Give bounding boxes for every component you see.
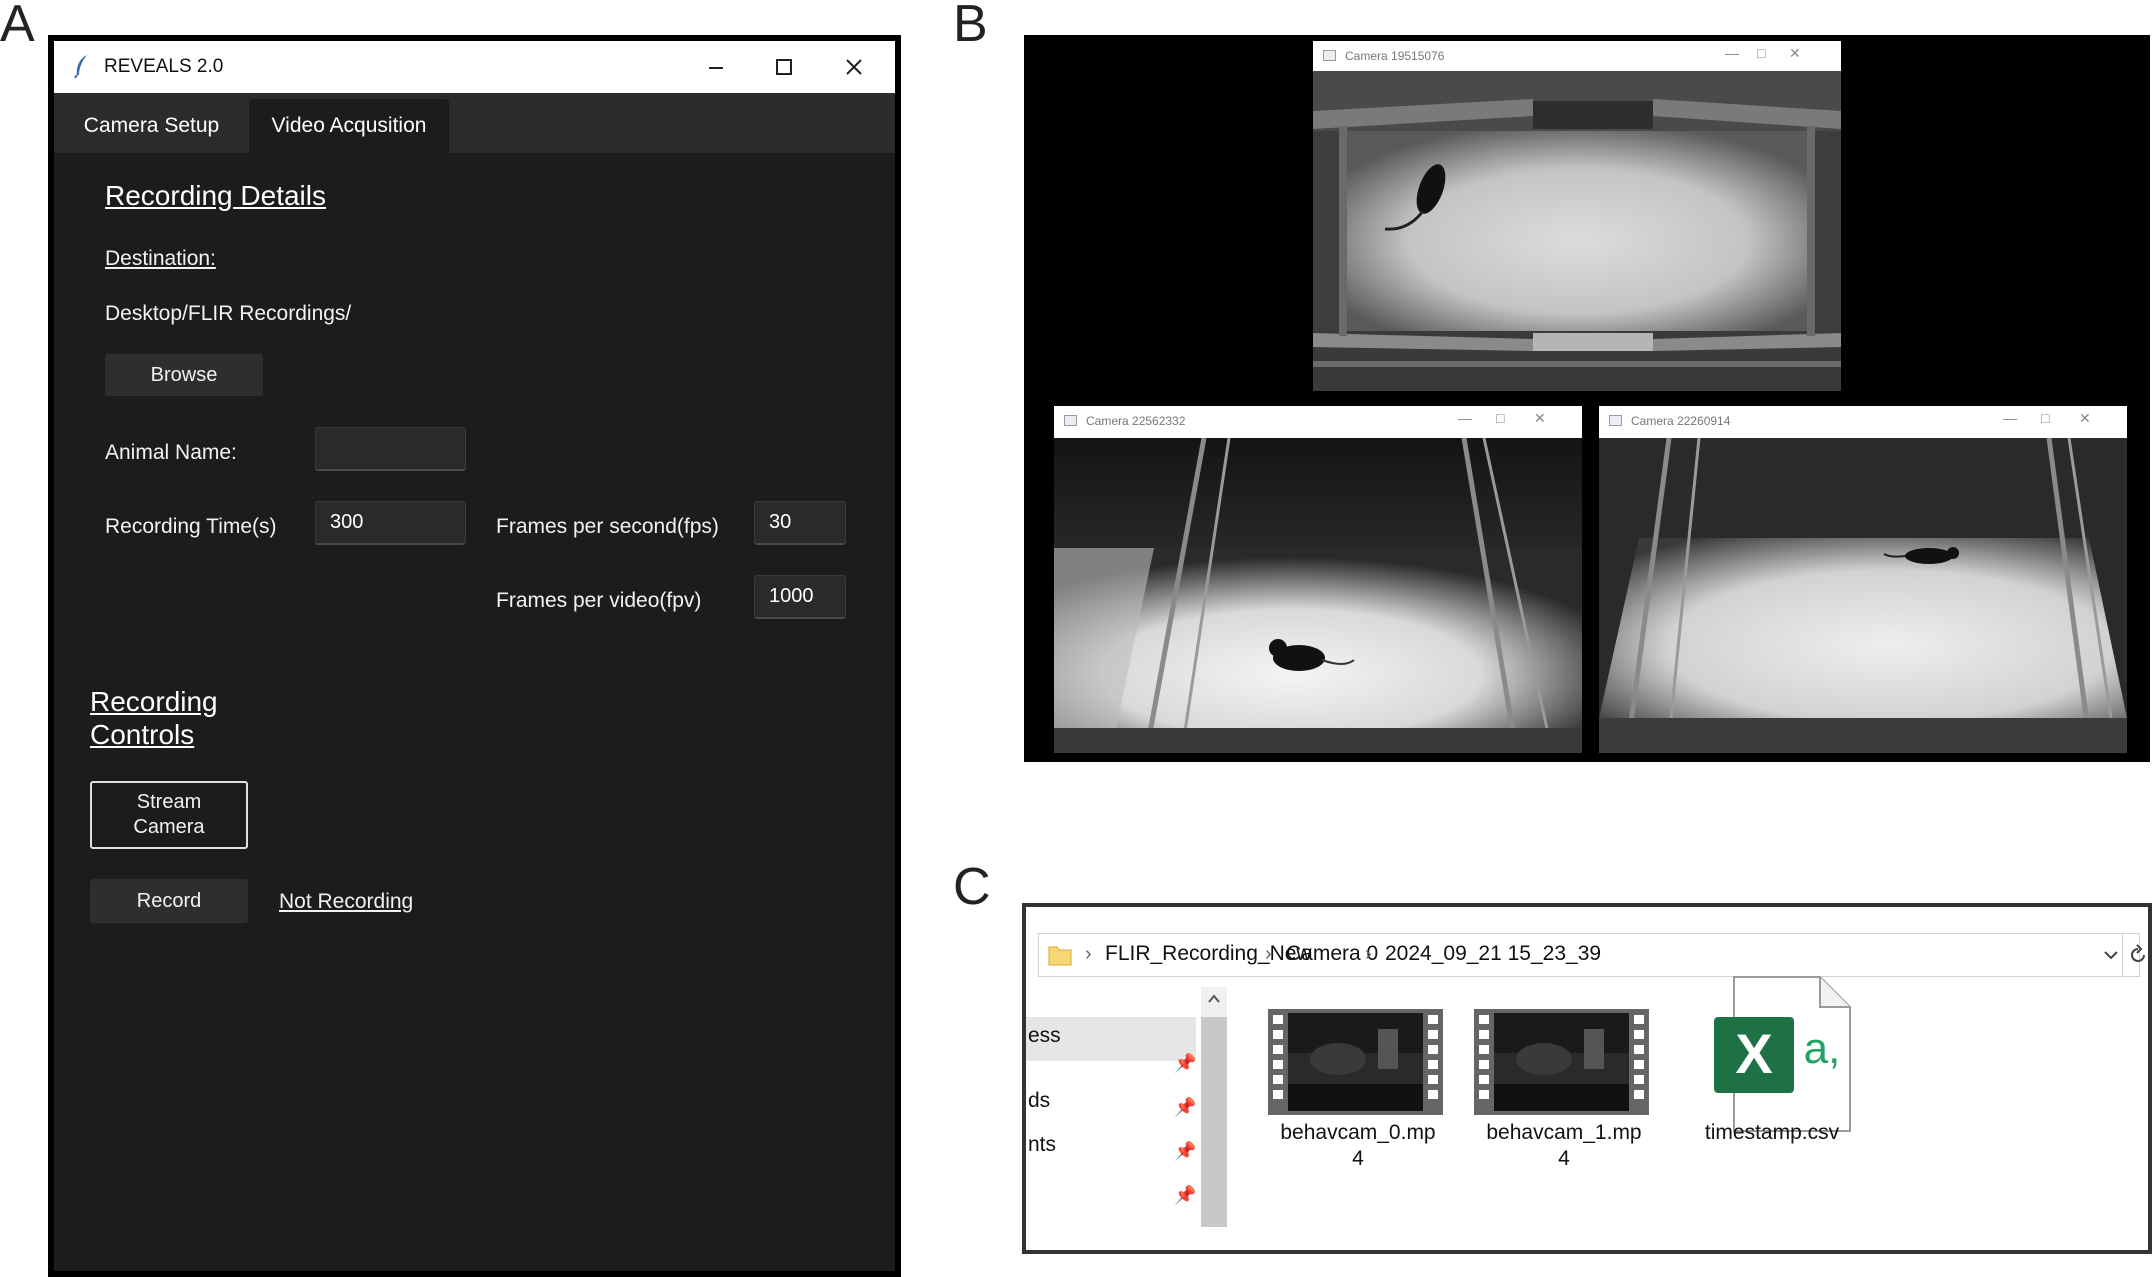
camera-title: Camera 19515076 [1345,49,1445,63]
camera-feed-bottom-left [1054,438,1582,753]
scrollbar-thumb[interactable] [1201,1017,1227,1227]
camera-window-bottom-left[interactable]: Camera 22562332 — □ ✕ [1054,406,1582,753]
record-button[interactable]: Record [90,879,248,923]
file-explorer-panel: › FLIR_Recording_New › Camera 0 › 2024_0… [1022,903,2152,1254]
file-name: behavcam_1.mp [1486,1121,1642,1144]
tab-camera-setup[interactable]: Camera Setup [54,99,249,153]
nav-item-label[interactable]: nts [1028,1133,1056,1157]
camera-feed-bottom-right [1599,438,2127,753]
pin-icon: 📌 [1174,1053,1197,1073]
recording-controls-heading-line2: Controls [90,719,195,750]
close-icon[interactable]: ✕ [1789,45,1801,62]
video-file-icon [1474,1009,1649,1115]
file-item-timestamp-csv[interactable]: X a, timestamp.csv [1672,976,1872,1232]
refresh-icon[interactable] [2127,944,2149,966]
maximize-icon[interactable] [764,49,804,85]
window-icon [1064,415,1077,426]
camera-feed-top [1313,71,1841,391]
browse-button[interactable]: Browse [105,354,263,396]
close-icon[interactable]: ✕ [1534,410,1546,427]
fpv-input[interactable]: 1000 [754,575,846,619]
destination-path: Desktop/FLIR Recordings/ [105,302,352,325]
panel-label-b: B [953,0,988,53]
camera-title: Camera 22562332 [1086,414,1186,428]
recording-details-heading: Recording Details [105,180,326,211]
chevron-right-icon: › [1365,943,1372,965]
stream-camera-button[interactable]: Stream Camera [90,781,248,849]
breadcrumb-item[interactable]: 2024_09_21 15_23_39 [1385,942,1601,966]
divider [2122,934,2123,976]
file-name-wrap: 4 [1558,1147,1570,1170]
pin-icon: 📌 [1174,1185,1197,1205]
excel-csv-icon: X a, [1714,976,1851,1132]
nav-item-label[interactable]: ds [1028,1089,1050,1113]
chevron-down-icon[interactable] [2102,946,2120,964]
stream-camera-label-line1: Stream [136,791,202,813]
maximize-icon[interactable]: □ [2041,410,2049,426]
excel-sub-glyph: a, [1804,1024,1841,1073]
animal-name-input[interactable] [315,427,466,471]
folder-icon [1048,946,1072,966]
panel-label-c: C [953,858,991,916]
scrollbar[interactable] [1201,987,1227,1227]
minimize-icon[interactable] [696,49,736,85]
overhead-arena-image [1313,71,1841,391]
panel-label-a: A [0,0,35,53]
recording-time-input[interactable]: 300 [315,501,466,545]
animal-name-label: Animal Name: [105,441,237,464]
tab-bar: Camera Setup Video Acqusition [54,93,895,153]
minimize-icon[interactable]: — [1458,410,1472,426]
file-item-behavcam-0[interactable]: behavcam_0.mp 4 [1258,1007,1458,1232]
excel-glyph: X [1735,1022,1772,1085]
chevron-right-icon: › [1085,943,1092,965]
camera-window-top[interactable]: Camera 19515076 — □ ✕ [1313,41,1841,391]
camera-views-panel: Camera 19515076 — □ ✕ Camera 22562332 — … [1024,35,2150,762]
file-name-wrap: 4 [1352,1147,1364,1170]
window-icon [1323,50,1336,61]
scroll-up-icon[interactable] [1207,993,1221,1005]
minimize-icon[interactable]: — [2003,410,2017,426]
window-icon [1609,415,1622,426]
address-bar[interactable]: › FLIR_Recording_New › Camera 0 › 2024_0… [1038,933,2145,977]
side-arena-image-left [1054,438,1582,753]
camera-window-bottom-right[interactable]: Camera 22260914 — □ ✕ [1599,406,2127,753]
maximize-icon[interactable]: □ [1496,410,1504,426]
video-file-icon [1268,1009,1443,1115]
breadcrumb-item[interactable]: FLIR_Recording_New [1105,942,1312,966]
close-icon[interactable] [834,49,874,85]
feather-icon [74,55,87,79]
recording-status: Not Recording [279,890,414,913]
chevron-right-icon: › [1265,943,1272,965]
tab-video-acquisition[interactable]: Video Acqusition [249,99,449,153]
camera-title: Camera 22260914 [1631,414,1731,428]
pin-icon: 📌 [1174,1097,1197,1117]
stream-camera-label-line2: Camera [133,816,205,838]
file-name: timestamp.csv [1704,1121,1840,1144]
title-bar[interactable]: REVEALS 2.0 [54,41,895,93]
window-title: REVEALS 2.0 [104,56,224,77]
recording-controls-heading-line1: Recording [90,686,218,717]
close-icon[interactable]: ✕ [2079,410,2091,427]
side-arena-image-right [1599,438,2127,753]
pin-icon: 📌 [1174,1141,1197,1161]
reveals-app-window: REVEALS 2.0 Camera Setup Video Acqusitio… [48,35,901,1277]
nav-item-label: ess [1028,1024,1061,1047]
maximize-icon[interactable]: □ [1757,45,1765,61]
file-name: behavcam_0.mp [1280,1121,1436,1144]
fps-label: Frames per second(fps) [496,515,719,538]
minimize-icon[interactable]: — [1725,45,1739,61]
fpv-label: Frames per video(fpv) [496,589,702,612]
destination-label: Destination: [105,247,216,270]
file-item-behavcam-1[interactable]: behavcam_1.mp 4 [1464,1007,1664,1232]
fps-input[interactable]: 30 [754,501,846,545]
recording-time-label: Recording Time(s) [105,515,277,538]
